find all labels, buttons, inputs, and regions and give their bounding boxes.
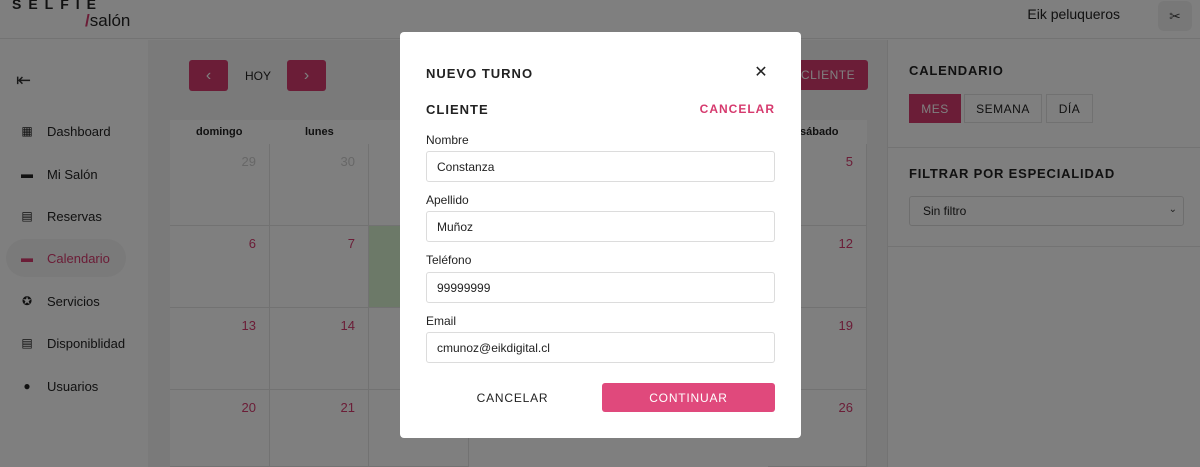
nombre-field[interactable] [426, 151, 775, 182]
telefono-field[interactable] [426, 272, 775, 303]
telefono-label: Teléfono [426, 253, 472, 267]
modal-title: NUEVO TURNO [426, 66, 534, 81]
cancel-client-link[interactable]: CANCELAR [700, 102, 775, 116]
apellido-field[interactable] [426, 211, 775, 242]
email-label: Email [426, 314, 457, 328]
continue-button[interactable]: CONTINUAR [602, 383, 775, 412]
new-appointment-modal: NUEVO TURNO ✕ CLIENTE CANCELAR Nombre Ap… [400, 32, 801, 438]
modal-section-title: CLIENTE [426, 102, 489, 117]
apellido-label: Apellido [426, 193, 469, 207]
nombre-label: Nombre [426, 133, 469, 147]
close-icon[interactable]: ✕ [752, 62, 770, 82]
cancel-button[interactable]: CANCELAR [426, 383, 599, 412]
email-field[interactable] [426, 332, 775, 363]
